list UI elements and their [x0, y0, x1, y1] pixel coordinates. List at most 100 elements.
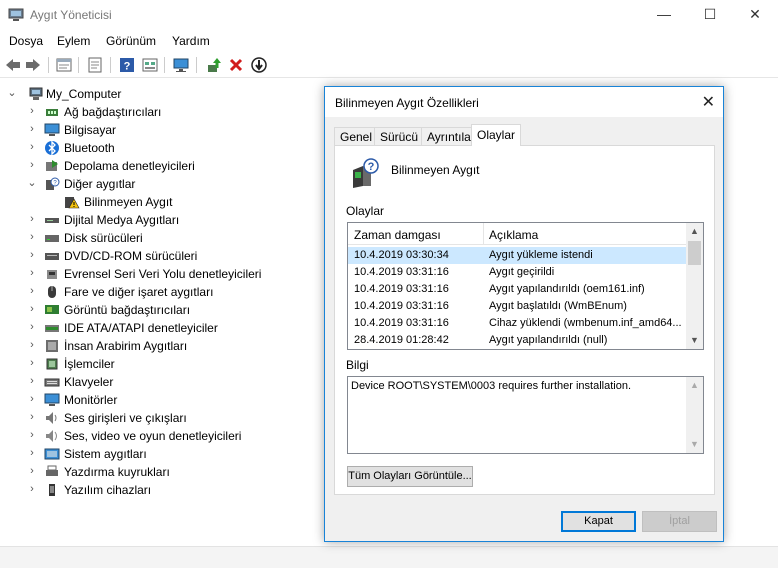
column-timestamp[interactable]: Zaman damgası — [354, 228, 441, 242]
info-scrollbar[interactable]: ▲ ▼ — [686, 377, 703, 453]
close-button[interactable]: ✕ — [732, 0, 778, 30]
properties-icon[interactable] — [55, 56, 73, 74]
column-description[interactable]: Açıklama — [489, 228, 538, 242]
tree-root[interactable]: ⌄ My_Computer — [6, 85, 206, 103]
expand-arrow-icon[interactable]: › — [26, 231, 38, 243]
tab-genel[interactable]: Genel — [334, 127, 379, 146]
back-icon[interactable] — [4, 56, 22, 74]
forward-icon[interactable] — [24, 56, 42, 74]
menu-yardim[interactable]: Yardım — [172, 34, 210, 48]
tree-category-item[interactable]: › Evrensel Seri Veri Yolu denetleyicileri — [6, 265, 306, 283]
event-row[interactable]: 10.4.2019 03:30:34 Aygıt yükleme istendi — [348, 247, 686, 264]
processor-icon — [46, 358, 58, 370]
events-list[interactable]: Zaman damgası Açıklama 10.4.2019 03:30:3… — [347, 222, 704, 350]
tree-category-item[interactable]: › Monitörler — [6, 391, 306, 409]
expand-arrow-icon[interactable]: › — [26, 141, 38, 153]
expand-arrow-icon[interactable]: › — [26, 357, 38, 369]
uninstall-icon[interactable] — [227, 56, 245, 74]
show-hidden-icon[interactable] — [86, 56, 104, 74]
tree-category-item[interactable]: › Klavyeler — [6, 373, 306, 391]
tree-category-item[interactable]: › Depolama denetleyicileri — [6, 157, 306, 175]
info-textbox[interactable]: Device ROOT\SYSTEM\0003 requires further… — [347, 376, 704, 454]
expand-arrow-icon[interactable]: › — [26, 411, 38, 423]
tree-category-item[interactable]: › Bilgisayar — [6, 121, 306, 139]
computer-icon — [44, 123, 60, 136]
events-scrollbar[interactable]: ▲ ▼ — [686, 223, 703, 349]
expand-arrow-icon[interactable]: › — [26, 429, 38, 441]
disable-icon[interactable] — [250, 56, 268, 74]
cancel-button[interactable]: İptal — [642, 511, 717, 532]
tree-category-item[interactable]: › Sistem aygıtları — [6, 445, 306, 463]
event-row[interactable]: 28.4.2019 01:28:42 Aygıt yapılandırıldı (… — [348, 332, 686, 349]
tree-item-label: Yazılım cihazları — [64, 483, 152, 497]
tree-child-item[interactable]: Bilinmeyen Aygıt — [6, 193, 306, 211]
scroll-up-icon[interactable]: ▲ — [686, 377, 703, 394]
tree-item-label: Ağ bağdaştırıcıları — [64, 105, 162, 119]
menu-eylem[interactable]: Eylem — [57, 34, 90, 48]
tree-category-item[interactable]: › Disk sürücüleri — [6, 229, 306, 247]
tab-olaylar[interactable]: Olaylar — [471, 124, 522, 146]
tree-item-label: Klavyeler — [64, 375, 114, 389]
tree-category-item[interactable]: › Ses girişleri ve çıkışları — [6, 409, 306, 427]
expand-arrow-icon[interactable]: › — [26, 483, 38, 495]
tree-category-item[interactable]: › Ağ bağdaştırıcıları — [6, 103, 306, 121]
expand-arrow-icon[interactable]: › — [26, 393, 38, 405]
dialog-close-icon[interactable]: ✕ — [702, 92, 715, 112]
tree-item-label: Bluetooth — [64, 141, 115, 155]
menu-dosya[interactable]: Dosya — [9, 34, 43, 48]
computer-icon — [29, 87, 43, 100]
tree-category-item[interactable]: ⌄? Diğer aygıtlar — [6, 175, 306, 193]
maximize-button[interactable]: ☐ — [687, 0, 733, 30]
expand-arrow-icon[interactable]: › — [26, 123, 38, 135]
scroll-thumb[interactable] — [688, 241, 701, 265]
menu-gorunum[interactable]: Görünüm — [106, 34, 156, 48]
monitor-icon[interactable] — [172, 56, 190, 74]
event-row[interactable]: 10.4.2019 03:31:16 Aygıt yapılandırıldı (… — [348, 281, 686, 298]
scroll-down-icon[interactable]: ▼ — [686, 332, 703, 349]
tree-category-item[interactable]: › DVD/CD-ROM sürücüleri — [6, 247, 306, 265]
update-driver-icon[interactable] — [205, 56, 223, 74]
scroll-down-icon[interactable]: ▼ — [686, 436, 703, 453]
expand-arrow-icon[interactable]: › — [26, 321, 38, 333]
close-dialog-button[interactable]: Kapat — [561, 511, 636, 532]
tree-item-label: Yazdırma kuyrukları — [64, 465, 170, 479]
expand-arrow-icon[interactable]: › — [26, 303, 38, 315]
event-description: Aygıt geçirildi — [489, 266, 555, 278]
expand-arrow-icon[interactable]: › — [26, 105, 38, 117]
collapse-arrow-icon[interactable]: ⌄ — [26, 177, 38, 189]
tree-category-item[interactable]: › İşlemciler — [6, 355, 306, 373]
tree-category-item[interactable]: › Görüntü bağdaştırıcıları — [6, 301, 306, 319]
expand-arrow-icon[interactable]: › — [26, 285, 38, 297]
collapse-arrow-icon[interactable]: ⌄ — [6, 87, 18, 99]
scroll-up-icon[interactable]: ▲ — [686, 223, 703, 240]
expand-arrow-icon[interactable]: › — [26, 447, 38, 459]
help-icon[interactable]: ? — [118, 56, 136, 74]
tree-category-item[interactable]: › Dijital Medya Aygıtları — [6, 211, 306, 229]
events-label: Olaylar — [346, 204, 385, 218]
tree-category-item[interactable]: › Yazdırma kuyrukları — [6, 463, 306, 481]
expand-arrow-icon[interactable]: › — [26, 213, 38, 225]
tree-category-item[interactable]: › İnsan Arabirim Aygıtları — [6, 337, 306, 355]
tree-item-label: İnsan Arabirim Aygıtları — [64, 339, 188, 353]
tab-surucu[interactable]: Sürücü — [374, 127, 425, 146]
event-description: Aygıt yapılandırıldı (null) — [489, 334, 608, 346]
event-row[interactable]: 10.4.2019 03:31:16 Cihaz yüklendi (wmbenu… — [348, 315, 686, 332]
tree-category-item[interactable]: › IDE ATA/ATAPI denetleyiciler — [6, 319, 306, 337]
menu-bar: Dosya Eylem Görünüm Yardım — [0, 31, 778, 51]
expand-arrow-icon[interactable]: › — [26, 339, 38, 351]
expand-arrow-icon[interactable]: › — [26, 375, 38, 387]
view-icon[interactable] — [141, 56, 159, 74]
toolbar: ? — [0, 53, 778, 78]
expand-arrow-icon[interactable]: › — [26, 465, 38, 477]
tree-category-item[interactable]: › Bluetooth — [6, 139, 306, 157]
tree-category-item[interactable]: › Fare ve diğer işaret aygıtları — [6, 283, 306, 301]
tree-category-item[interactable]: › Yazılım cihazları — [6, 481, 306, 499]
expand-arrow-icon[interactable]: › — [26, 249, 38, 261]
view-all-events-button[interactable]: Tüm Olayları Görüntüle... — [347, 466, 473, 487]
event-row[interactable]: 10.4.2019 03:31:16 Aygıt geçirildi — [348, 264, 686, 281]
minimize-button[interactable]: — — [641, 0, 687, 30]
expand-arrow-icon[interactable]: › — [26, 159, 38, 171]
event-row[interactable]: 10.4.2019 03:31:16 Aygıt başlatıldı (WmBE… — [348, 298, 686, 315]
expand-arrow-icon[interactable]: › — [26, 267, 38, 279]
tree-category-item[interactable]: › Ses, video ve oyun denetleyicileri — [6, 427, 306, 445]
